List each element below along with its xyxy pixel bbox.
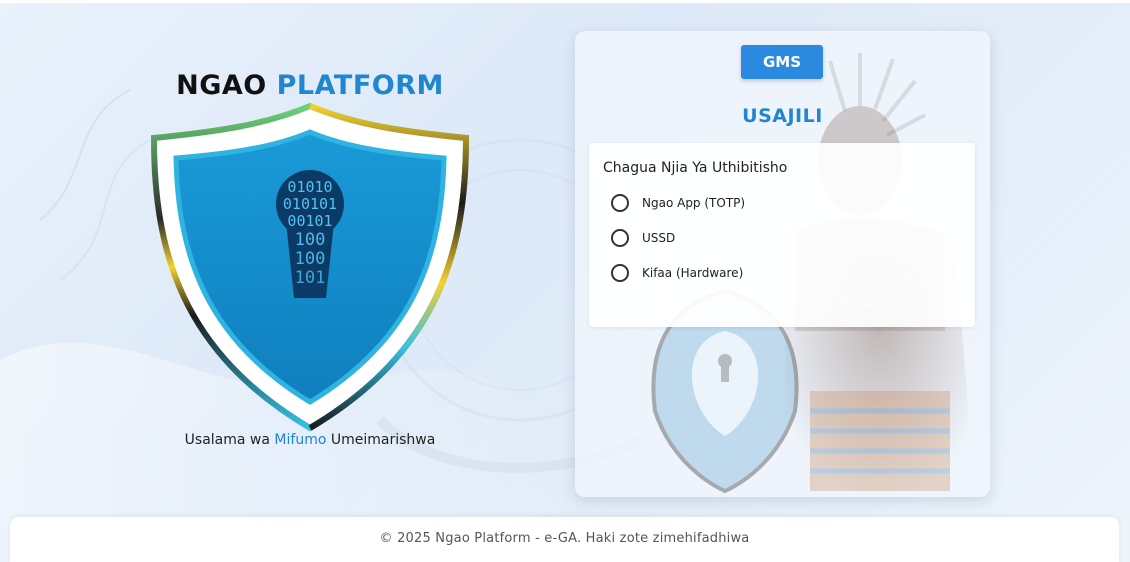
option-ngao-app[interactable]: Ngao App (TOTP) <box>611 192 745 214</box>
radio-button-kifaa[interactable] <box>611 264 629 282</box>
page-footer: © 2025 Ngao Platform - e-GA. Haki zote z… <box>10 517 1119 562</box>
option-kifaa[interactable]: Kifaa (Hardware) <box>611 262 743 284</box>
brand-title-part2: PLATFORM <box>276 70 444 101</box>
top-border <box>0 0 1130 3</box>
brand-title-part1: NGAO <box>176 70 267 101</box>
card-title: USAJILI <box>742 105 823 127</box>
tagline-part2: Umeimarishwa <box>326 432 436 448</box>
brand-tagline: Usalama wa Mifumo Umeimarishwa <box>130 432 490 448</box>
auth-method-heading: Chagua Njia Ya Uthibitisho <box>603 160 788 176</box>
binary-line-3: 00101 <box>287 212 332 230</box>
binary-line-4: 100 <box>295 230 326 250</box>
option-label-ngao-app: Ngao App (TOTP) <box>642 196 746 210</box>
binary-line-2: 010101 <box>283 195 337 213</box>
binary-line-1: 01010 <box>287 178 332 196</box>
footer-copyright: © 2025 Ngao Platform - e-GA. Haki zote z… <box>379 531 750 546</box>
option-label-kifaa: Kifaa (Hardware) <box>642 266 744 280</box>
auth-method-panel: Chagua Njia Ya Uthibitisho Ngao App (TOT… <box>589 143 975 327</box>
radio-button-ussd[interactable] <box>611 229 629 247</box>
option-label-ussd: USSD <box>642 231 676 245</box>
brand-logo-title: NGAO PLATFORM <box>130 70 490 101</box>
option-ussd[interactable]: USSD <box>611 227 675 249</box>
radio-button-ngao-app[interactable] <box>611 194 629 212</box>
registration-card: GMS USAJILI Chagua Njia Ya Uthibitisho N… <box>575 31 990 497</box>
tagline-part1: Usalama wa <box>184 432 275 448</box>
binary-line-5: 100 <box>295 249 326 269</box>
shield-keyhole-icon: 01010 010101 00101 100 100 101 <box>150 102 470 432</box>
brand-section: NGAO PLATFORM 01010 010101 00101 100 100… <box>130 62 490 462</box>
tagline-highlight: Mifumo <box>274 432 327 448</box>
gms-button[interactable]: GMS <box>741 45 823 79</box>
binary-line-6: 101 <box>295 268 326 288</box>
